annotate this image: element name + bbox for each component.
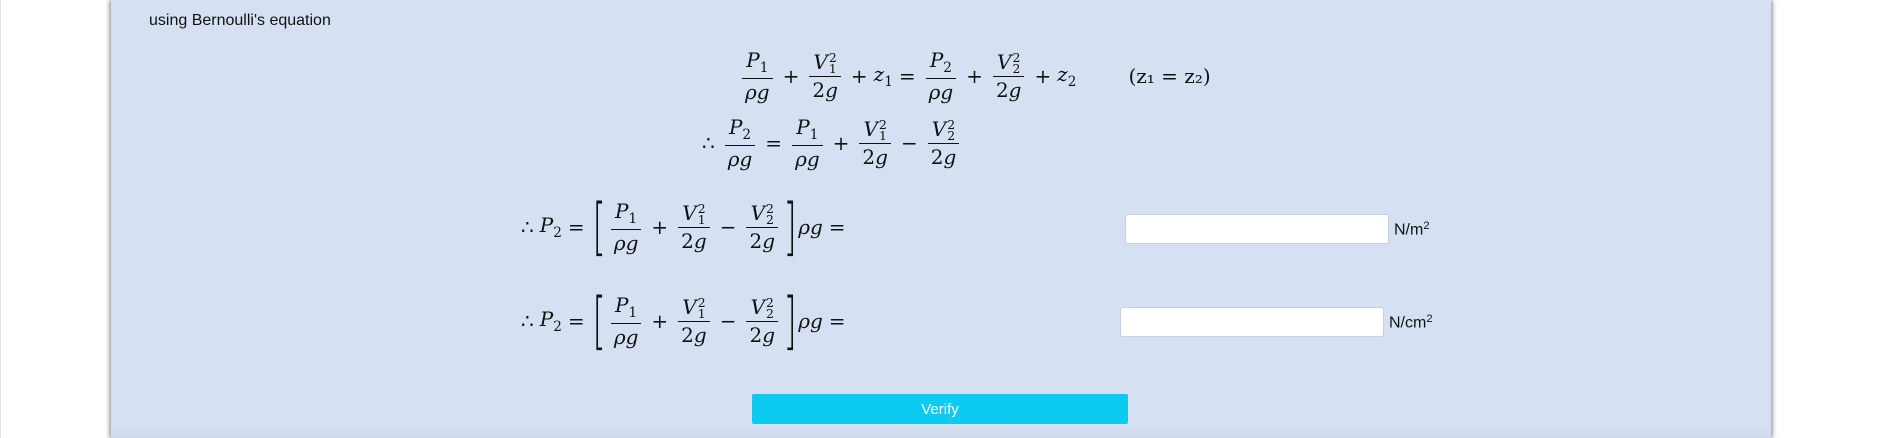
equation-condition: (z₁ = z₂) <box>1128 63 1211 88</box>
verify-button[interactable]: Verify <box>752 394 1128 424</box>
unit-nm2: N/m2 <box>1394 220 1430 239</box>
exercise-panel: using Bernoulli's equation P1 ρg + V 2 1 2g … <box>111 0 1771 438</box>
p2-ncm2-input[interactable] <box>1120 307 1384 337</box>
p2-equation-nm2: ∴ P2 = [ P1 ρg + V 2 1 2g − V 2 2 2g ] ρg = <box>521 190 846 263</box>
unit-ncm2: N/cm2 <box>1389 313 1433 332</box>
bernoulli-equation: P1 ρg + V 2 1 2g + z1 = P2 ρg + V 2 2 2g + z2 (z… <box>738 48 1211 103</box>
page-edge <box>0 0 1 438</box>
rearranged-equation: ∴ P2 ρg = P1 ρg + V 2 1 2g − V 2 2 2g <box>696 116 963 170</box>
panel-footer <box>111 426 1771 438</box>
p2-equation-ncm2: ∴ P2 = [ P1 ρg + V 2 1 2g − V 2 2 2g ] ρg = <box>521 284 846 357</box>
p2-nm2-input[interactable] <box>1125 214 1389 244</box>
intro-text: using Bernoulli's equation <box>149 12 331 29</box>
